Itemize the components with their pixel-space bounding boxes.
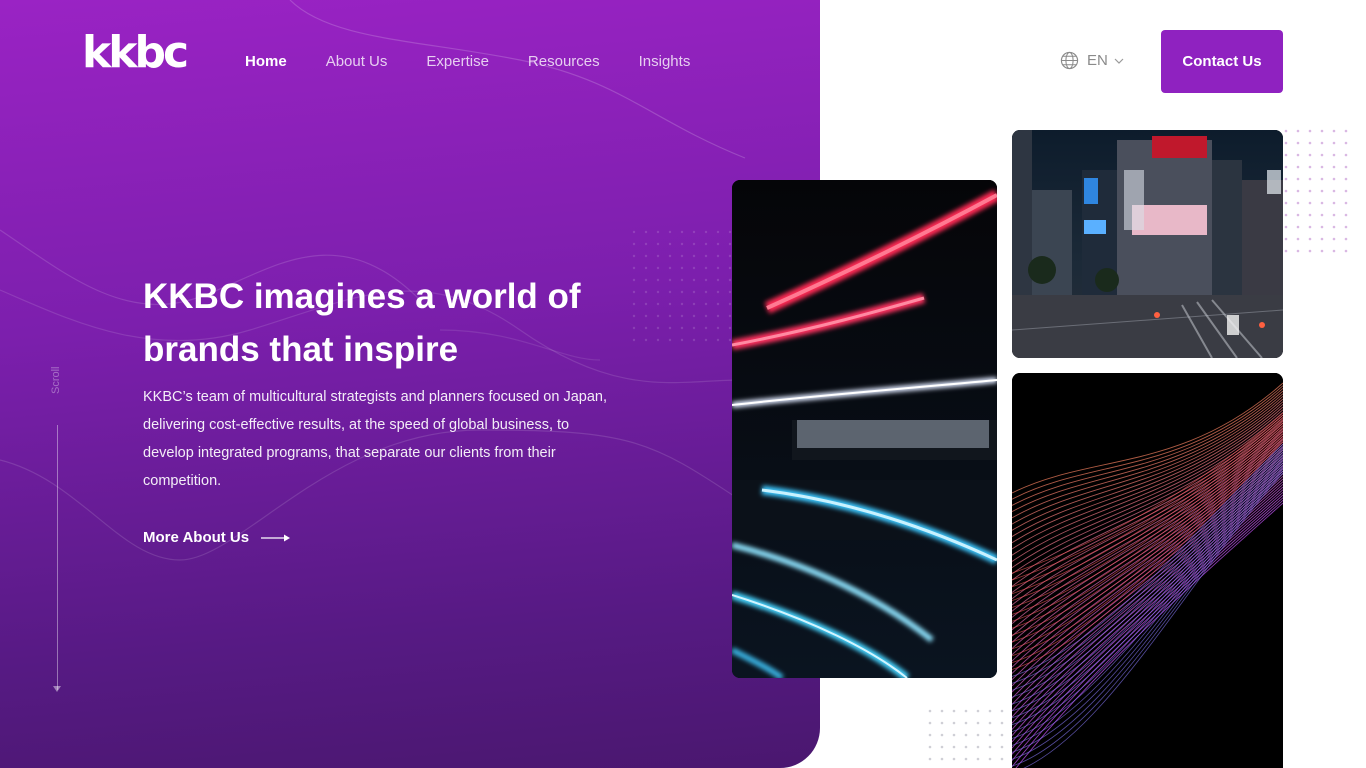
dot-pattern-middle (632, 230, 732, 350)
more-about-us-link[interactable]: More About Us (143, 529, 291, 546)
light-strands-image (1012, 373, 1283, 768)
scroll-line (57, 425, 58, 690)
dot-pattern-bottom (927, 708, 1011, 768)
neon-light-trails-image (732, 180, 997, 678)
arrow-right-icon (261, 534, 291, 541)
nav-expertise[interactable]: Expertise (426, 52, 489, 72)
scroll-arrow-icon (53, 686, 61, 692)
hero-headline: KKBC imagines a world of brands that ins… (143, 277, 581, 369)
main-nav: Home About Us Expertise Resources Insigh… (245, 52, 729, 72)
scroll-label: Scroll (50, 366, 62, 394)
language-selector[interactable]: EN (1060, 51, 1124, 70)
nav-about-us[interactable]: About Us (326, 52, 388, 72)
language-code: EN (1087, 52, 1108, 69)
contact-us-button[interactable]: Contact Us (1161, 30, 1283, 93)
hero-description: KKBC’s team of multicultural strategists… (143, 389, 607, 489)
globe-icon (1060, 51, 1079, 70)
more-about-us-label: More About Us (143, 529, 250, 546)
nav-resources[interactable]: Resources (528, 52, 600, 72)
chevron-down-icon (1114, 58, 1124, 64)
nav-home[interactable]: Home (245, 52, 287, 72)
city-night-image (1012, 130, 1283, 358)
kkbc-logo[interactable]: kkbc (82, 30, 189, 76)
dot-pattern-top-right (1283, 128, 1353, 258)
nav-insights[interactable]: Insights (639, 52, 691, 72)
